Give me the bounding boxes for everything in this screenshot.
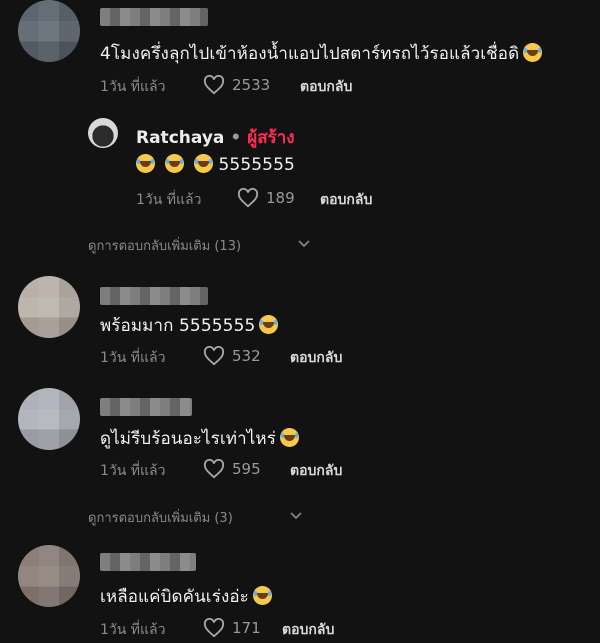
like-count: 595 (232, 460, 261, 478)
reply-button[interactable]: ตอบกลับ (290, 347, 342, 369)
creator-name-line[interactable]: Ratchaya • ผู้สร้าง (136, 124, 295, 151)
reply-timestamp: 1วัน ที่แล้ว (136, 192, 202, 208)
heart-outline-icon[interactable] (203, 75, 225, 95)
heart-outline-icon[interactable] (203, 346, 225, 366)
commenter-avatar[interactable] (18, 276, 80, 338)
comment-text: เหลือแค่บิดคันเร่งอ่ะ (100, 583, 272, 610)
comment-timestamp: 1วัน ที่แล้ว (100, 79, 166, 95)
view-more-replies-button[interactable]: ดูการตอบกลับเพิ่มเติม (3) (88, 507, 233, 528)
comment-timestamp: 1วัน ที่แล้ว (100, 350, 166, 366)
commenter-username-blurred[interactable] (100, 287, 208, 305)
comment-text: พร้อมมาก 5555555 (100, 312, 279, 339)
joy-emoji-icon (523, 43, 543, 62)
heart-outline-icon[interactable] (203, 459, 225, 479)
comment-timestamp: 1วัน ที่แล้ว (100, 622, 166, 638)
heart-outline-icon[interactable] (203, 618, 225, 638)
reply-button[interactable]: ตอบกลับ (290, 460, 342, 482)
commenter-avatar[interactable] (18, 545, 80, 607)
creator-reply-text: 5555555 (136, 154, 295, 175)
commenter-avatar[interactable] (18, 388, 80, 450)
joy-emoji-icon (165, 154, 184, 173)
reply-button[interactable]: ตอบกลับ (282, 619, 334, 641)
reply-button[interactable]: ตอบกลับ (300, 76, 352, 98)
like-count: 189 (266, 189, 295, 207)
comment-text: ดูไม่รีบร้อนอะไรเท่าไหร่ (100, 425, 299, 452)
heart-outline-icon[interactable] (237, 188, 259, 208)
view-more-replies-button[interactable]: ดูการตอบกลับเพิ่มเติม (13) (88, 235, 241, 256)
comment-text: 4โมงครึ่งลุกไปเข้าห้องน้ำแอบไปสตาร์ทรถไว… (100, 40, 543, 67)
name-separator: • (230, 128, 242, 148)
comment-timestamp: 1วัน ที่แล้ว (100, 463, 166, 479)
like-count: 171 (232, 619, 261, 637)
chevron-down-icon[interactable] (298, 240, 310, 248)
like-count: 2533 (232, 76, 271, 94)
chevron-down-icon[interactable] (290, 512, 302, 520)
joy-emoji-icon (259, 315, 279, 334)
creator-avatar[interactable] (88, 118, 118, 148)
joy-emoji-icon (279, 428, 299, 447)
commenter-username-blurred[interactable] (100, 553, 196, 571)
joy-emoji-icon (194, 154, 213, 173)
creator-name[interactable]: Ratchaya (136, 128, 224, 148)
commenter-username-blurred[interactable] (100, 8, 208, 26)
reply-button[interactable]: ตอบกลับ (320, 189, 372, 211)
commenter-avatar[interactable] (18, 0, 80, 62)
joy-emoji-icon (252, 586, 272, 605)
like-count: 532 (232, 347, 261, 365)
creator-badge: ผู้สร้าง (247, 128, 295, 148)
joy-emoji-icon (136, 154, 155, 173)
commenter-username-blurred[interactable] (100, 398, 192, 416)
